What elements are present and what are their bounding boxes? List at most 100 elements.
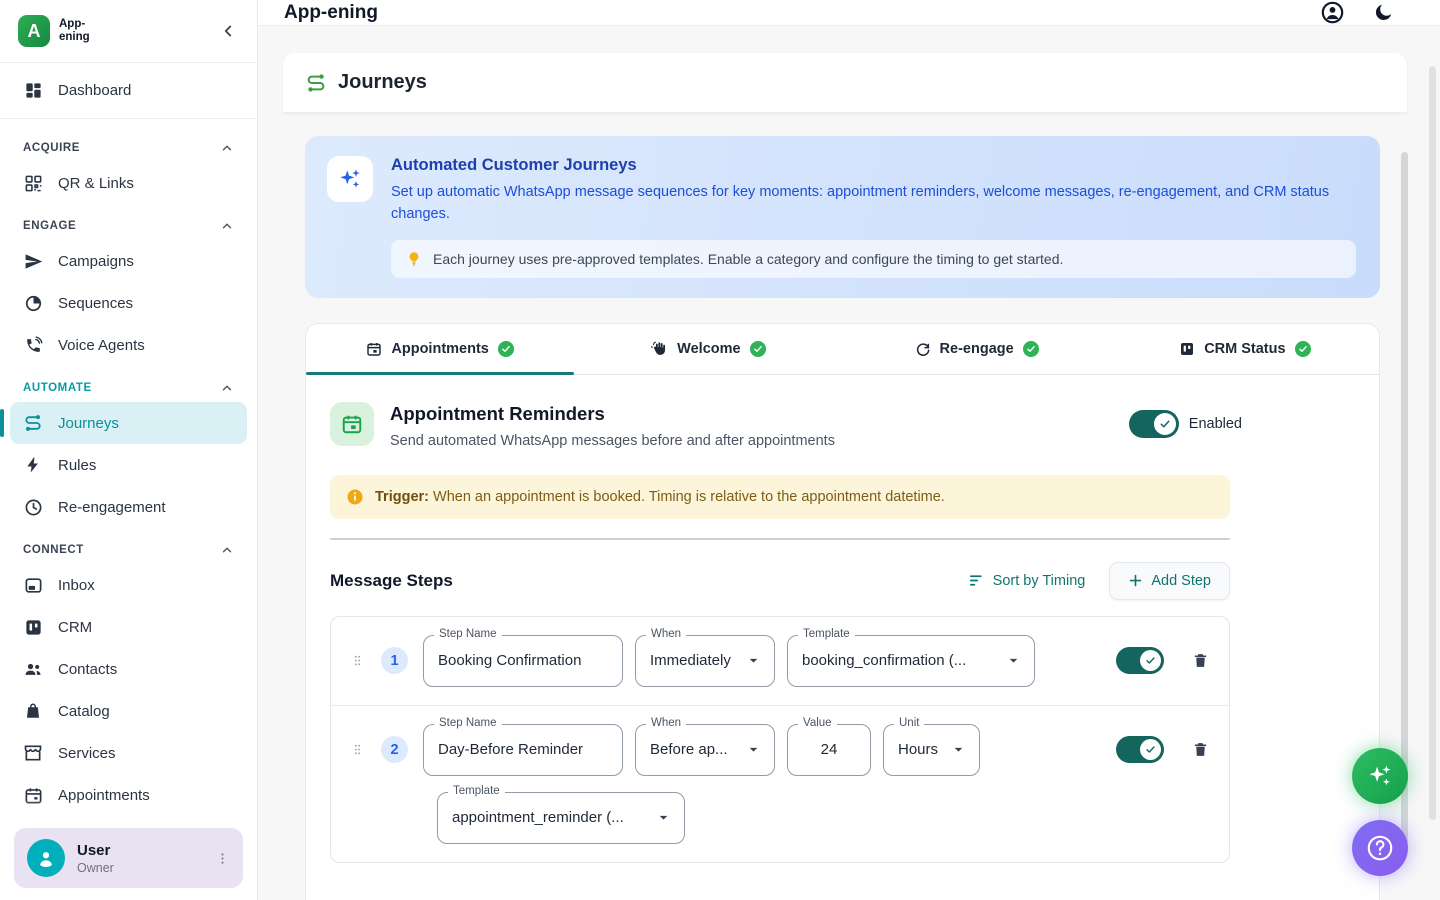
sidebar-item-rules[interactable]: Rules bbox=[10, 444, 247, 486]
sidebar-section-automate[interactable]: AUTOMATE bbox=[10, 366, 247, 402]
kebab-menu-icon[interactable] bbox=[215, 851, 230, 866]
chevron-down-icon bbox=[952, 743, 965, 756]
sidebar-footer: User Owner bbox=[0, 818, 257, 900]
unit-value: Hours bbox=[898, 741, 938, 758]
toggle-knob bbox=[1154, 413, 1176, 435]
help-fab[interactable] bbox=[1352, 820, 1408, 876]
account-icon[interactable] bbox=[1320, 0, 1345, 25]
content-scrollbar[interactable] bbox=[1401, 152, 1408, 845]
sidebar-item-campaigns[interactable]: Campaigns bbox=[10, 240, 247, 282]
sidebar-item-label: Campaigns bbox=[58, 253, 134, 270]
section-head-text: Appointment Reminders Send automated Wha… bbox=[390, 402, 835, 449]
chevron-up-icon bbox=[220, 141, 234, 155]
tab-crm-status[interactable]: CRM Status bbox=[1111, 324, 1379, 374]
sidebar-section-acquire[interactable]: ACQUIRE bbox=[10, 126, 247, 162]
info-icon bbox=[346, 488, 364, 506]
shopping-bag-icon bbox=[23, 702, 43, 720]
step-number-badge: 1 bbox=[381, 647, 408, 674]
step-row-1: 1 Step Name Booking Confirmation When Im… bbox=[331, 617, 1229, 706]
when-select[interactable]: When Before ap... bbox=[635, 724, 775, 776]
delete-step-icon[interactable] bbox=[1192, 740, 1209, 759]
add-step-button[interactable]: Add Step bbox=[1109, 562, 1230, 600]
sidebar-section-connect[interactable]: CONNECT bbox=[10, 528, 247, 564]
app-window: A App- ening Dashboard ACQUIRE bbox=[0, 0, 1440, 900]
delete-step-icon[interactable] bbox=[1192, 651, 1209, 670]
sidebar-item-label: Dashboard bbox=[58, 82, 131, 99]
sidebar-item-crm[interactable]: CRM bbox=[10, 606, 247, 648]
sparkles-icon bbox=[337, 166, 363, 192]
sidebar-item-label: Catalog bbox=[58, 703, 110, 720]
sort-by-timing-button[interactable]: Sort by Timing bbox=[968, 572, 1086, 589]
template-select[interactable]: Template booking_confirmation (... bbox=[787, 635, 1035, 687]
sidebar-item-dashboard[interactable]: Dashboard bbox=[10, 69, 247, 111]
trigger-banner: Trigger: When an appointment is booked. … bbox=[330, 475, 1230, 519]
chevron-down-icon bbox=[1007, 654, 1020, 667]
sidebar-item-journeys[interactable]: Journeys bbox=[10, 402, 247, 444]
banner-content: Automated Customer Journeys Set up autom… bbox=[391, 156, 1356, 278]
brand-logo[interactable]: A App- ening bbox=[18, 15, 90, 47]
kanban-icon bbox=[23, 618, 43, 637]
sidebar-item-voice-agents[interactable]: Voice Agents bbox=[10, 324, 247, 366]
enabled-toggle-wrap: Enabled bbox=[1129, 410, 1242, 438]
when-select[interactable]: When Immediately bbox=[635, 635, 775, 687]
unit-select[interactable]: Unit Hours bbox=[883, 724, 980, 776]
chevron-down-icon bbox=[747, 654, 760, 667]
sidebar-collapse-icon[interactable] bbox=[219, 22, 237, 40]
tab-bar: Appointments Welcome bbox=[306, 324, 1379, 375]
sidebar-item-contacts[interactable]: Contacts bbox=[10, 648, 247, 690]
step-name-input[interactable]: Step Name Day-Before Reminder bbox=[423, 724, 623, 776]
chevron-down-icon bbox=[657, 811, 670, 824]
sidebar-item-label: Sequences bbox=[58, 295, 133, 312]
tab-re-engage[interactable]: Re-engage bbox=[843, 324, 1111, 374]
sidebar-item-inbox[interactable]: Inbox bbox=[10, 564, 247, 606]
tab-welcome[interactable]: Welcome bbox=[574, 324, 842, 374]
step-enabled-toggle[interactable] bbox=[1116, 736, 1164, 763]
storefront-icon bbox=[23, 743, 43, 763]
drag-handle-icon[interactable] bbox=[351, 652, 364, 669]
section-subtitle: Send automated WhatsApp messages before … bbox=[390, 433, 835, 449]
route-icon bbox=[305, 72, 327, 94]
banner-title: Automated Customer Journeys bbox=[391, 156, 1356, 175]
sidebar-item-re-engagement[interactable]: Re-engagement bbox=[10, 486, 247, 528]
sidebar-item-services[interactable]: Services bbox=[10, 732, 247, 774]
sidebar-item-label: Inbox bbox=[58, 577, 95, 594]
dashboard-icon bbox=[23, 81, 43, 100]
waving-hand-icon bbox=[651, 340, 668, 357]
trigger-text: Trigger: When an appointment is booked. … bbox=[375, 489, 945, 505]
page-wrap: Journeys Automated Customer Journeys Set… bbox=[283, 53, 1407, 900]
ai-assistant-fab[interactable] bbox=[1352, 748, 1408, 804]
section-title: Appointment Reminders bbox=[390, 403, 835, 425]
step-row-line-2: Template appointment_reminder (... bbox=[351, 792, 1209, 844]
sidebar-item-catalog[interactable]: Catalog bbox=[10, 690, 247, 732]
category-enabled-toggle[interactable] bbox=[1129, 410, 1179, 438]
info-banner: Automated Customer Journeys Set up autom… bbox=[305, 136, 1380, 298]
tab-appointments[interactable]: Appointments bbox=[306, 324, 574, 374]
sidebar-item-sequences[interactable]: Sequences bbox=[10, 282, 247, 324]
when-value: Before ap... bbox=[650, 741, 728, 758]
step-enabled-toggle[interactable] bbox=[1116, 647, 1164, 674]
main-area: App-ening Journeys bbox=[258, 0, 1440, 900]
sidebar-item-qr-links[interactable]: QR & Links bbox=[10, 162, 247, 204]
step-name-input[interactable]: Step Name Booking Confirmation bbox=[423, 635, 623, 687]
sidebar-section-engage[interactable]: ENGAGE bbox=[10, 204, 247, 240]
drag-handle-icon[interactable] bbox=[351, 741, 364, 758]
brand-logo-text: App- ening bbox=[59, 18, 90, 44]
sparkles-tile bbox=[327, 156, 373, 202]
chevron-up-icon bbox=[220, 219, 234, 233]
value-input[interactable]: Value 24 bbox=[787, 724, 871, 776]
step-row-2: 2 Step Name Day-Before Reminder When Bef… bbox=[331, 706, 1229, 862]
user-card[interactable]: User Owner bbox=[14, 828, 243, 888]
user-name: User bbox=[77, 842, 203, 859]
lightbulb-icon bbox=[406, 250, 422, 268]
page-title: Journeys bbox=[338, 71, 427, 94]
page-scrollbar[interactable] bbox=[1429, 66, 1436, 820]
section-divider bbox=[330, 538, 1230, 540]
enabled-label: Enabled bbox=[1189, 416, 1242, 432]
template-select[interactable]: Template appointment_reminder (... bbox=[437, 792, 685, 844]
check-circle-icon bbox=[1295, 341, 1311, 357]
calendar-icon bbox=[366, 341, 382, 357]
chevron-up-icon bbox=[220, 543, 234, 557]
dark-mode-icon[interactable] bbox=[1373, 2, 1394, 23]
step-actions bbox=[1116, 736, 1209, 763]
user-role: Owner bbox=[77, 861, 203, 875]
